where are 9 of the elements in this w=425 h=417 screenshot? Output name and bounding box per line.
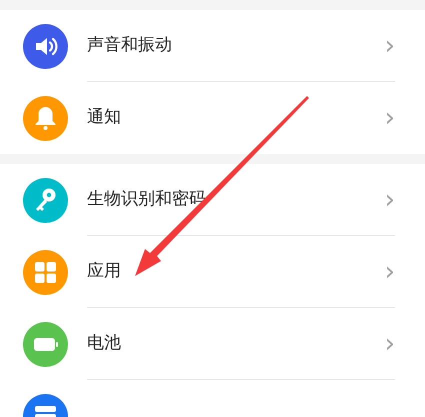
setting-item[interactable]: 应用 xyxy=(87,258,385,284)
chevron-icon: › xyxy=(384,32,395,58)
setting-item[interactable]: 声音和振动 xyxy=(87,32,385,58)
setting-item[interactable]: 通知 xyxy=(87,105,385,131)
setting-item[interactable]: 电池 xyxy=(87,330,385,356)
chevron-icon: › xyxy=(384,330,395,356)
chevron-icon: › xyxy=(384,105,395,131)
chevron-icon: › xyxy=(384,258,395,284)
chevron-icon: › xyxy=(384,186,395,212)
